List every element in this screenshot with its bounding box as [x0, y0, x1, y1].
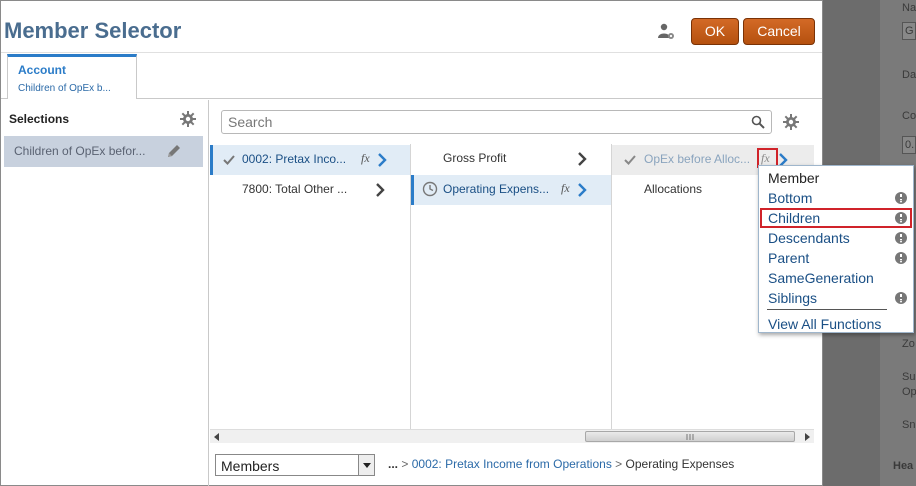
member-label: Operating Expens... [443, 182, 550, 196]
tab-bar: Account Children of OpEx b... [1, 53, 822, 99]
scroll-left-icon[interactable] [214, 433, 219, 441]
dialog-title: Member Selector [4, 18, 182, 43]
search-gear-icon[interactable] [783, 114, 799, 130]
checkmark-icon [624, 155, 636, 165]
member-label: Allocations [644, 182, 703, 196]
breadcrumb-link[interactable]: 0002: Pretax Income from Operations [412, 457, 612, 471]
member-row[interactable]: 7800: Total Other ... [210, 175, 410, 205]
grip-icon [686, 434, 694, 440]
selections-pane: Selections Children of OpEx befor... [1, 100, 209, 486]
edit-pencil-icon[interactable] [166, 143, 182, 159]
info-icon[interactable] [894, 231, 908, 245]
breadcrumb-separator: > [401, 457, 409, 471]
checkmark-icon [223, 155, 235, 165]
scroll-right-icon[interactable] [805, 433, 810, 441]
search-icon[interactable] [751, 115, 765, 129]
selections-gear-icon[interactable] [180, 111, 196, 127]
chevron-right-icon[interactable] [377, 153, 387, 167]
function-item-label: Siblings [768, 290, 818, 306]
function-item-label: Descendants [768, 230, 850, 246]
function-item-descendants[interactable]: Descendants [760, 228, 912, 248]
dimension-select-value: Members [221, 458, 280, 474]
function-fx-icon[interactable]: fx [361, 151, 370, 166]
member-label: 7800: Total Other ... [242, 182, 348, 196]
selections-heading: Selections [9, 112, 70, 126]
tab-subtitle: Children of OpEx b... [18, 83, 111, 94]
chevron-right-icon[interactable] [577, 183, 587, 197]
function-menu: Member Bottom Children Descendants Paren… [758, 165, 914, 333]
info-icon[interactable] [894, 211, 908, 225]
member-row[interactable]: Gross Profit [411, 144, 611, 174]
tab-label: Account [18, 63, 66, 77]
member-row[interactable]: Operating Expens... fx [411, 175, 611, 205]
function-item-samegeneration[interactable]: SameGeneration [760, 268, 912, 288]
clock-icon [422, 181, 438, 197]
function-item-label: Bottom [768, 190, 813, 206]
member-selector-dialog: Member Selector OK Cancel Account Childr… [0, 0, 823, 486]
member-row[interactable]: 0002: Pretax Inco... fx [210, 145, 410, 175]
member-label: OpEx before Alloc... [644, 152, 751, 166]
function-item-bottom[interactable]: Bottom [760, 188, 912, 208]
view-all-functions-label: View All Functions [768, 316, 882, 332]
function-item-label: SameGeneration [768, 270, 874, 286]
tab-account[interactable]: Account Children of OpEx b... [7, 54, 137, 99]
chevron-down-icon[interactable] [358, 455, 374, 475]
function-item-children[interactable]: Children [760, 208, 912, 228]
dimension-select[interactable]: Members [215, 454, 375, 476]
function-item-label: Children [768, 210, 821, 226]
cancel-button[interactable]: Cancel [743, 18, 815, 45]
view-all-functions-link[interactable]: View All Functions [760, 314, 912, 334]
function-menu-header: Member [760, 168, 912, 188]
member-columns: 0002: Pretax Inco... fx 7800: Total Othe… [210, 144, 814, 429]
member-column-2: Gross Profit Operating Expens... fx [411, 144, 612, 429]
breadcrumb-ellipsis[interactable]: ... [388, 457, 398, 471]
function-item-label: Parent [768, 250, 810, 266]
title-bar: Member Selector OK Cancel [1, 1, 822, 53]
breadcrumb-current: Operating Expenses [625, 457, 735, 471]
breadcrumb: ... > 0002: Pretax Income from Operation… [388, 457, 734, 471]
chevron-right-icon[interactable] [375, 183, 385, 197]
function-item-siblings[interactable]: Siblings [760, 288, 912, 308]
search-box [221, 110, 772, 134]
info-icon[interactable] [894, 291, 908, 305]
breadcrumb-separator: > [615, 457, 623, 471]
member-column-1: 0002: Pretax Inco... fx 7800: Total Othe… [210, 144, 411, 429]
member-label: 0002: Pretax Inco... [242, 152, 347, 166]
selection-item-label: Children of OpEx befor... [14, 144, 146, 158]
function-item-parent[interactable]: Parent [760, 248, 912, 268]
info-icon[interactable] [894, 251, 908, 265]
ok-button[interactable]: OK [691, 18, 739, 45]
info-icon[interactable] [894, 191, 908, 205]
user-settings-icon[interactable] [657, 23, 675, 41]
function-fx-icon[interactable]: fx [561, 181, 570, 196]
member-label: Gross Profit [443, 151, 507, 165]
chevron-right-icon[interactable] [577, 152, 587, 166]
function-menu-divider [767, 309, 887, 310]
search-input[interactable] [222, 111, 742, 133]
horizontal-scrollbar[interactable] [210, 429, 814, 443]
scrollbar-thumb[interactable] [585, 431, 795, 442]
function-menu-header-label: Member [768, 170, 820, 186]
selection-item[interactable]: Children of OpEx befor... [4, 136, 203, 167]
